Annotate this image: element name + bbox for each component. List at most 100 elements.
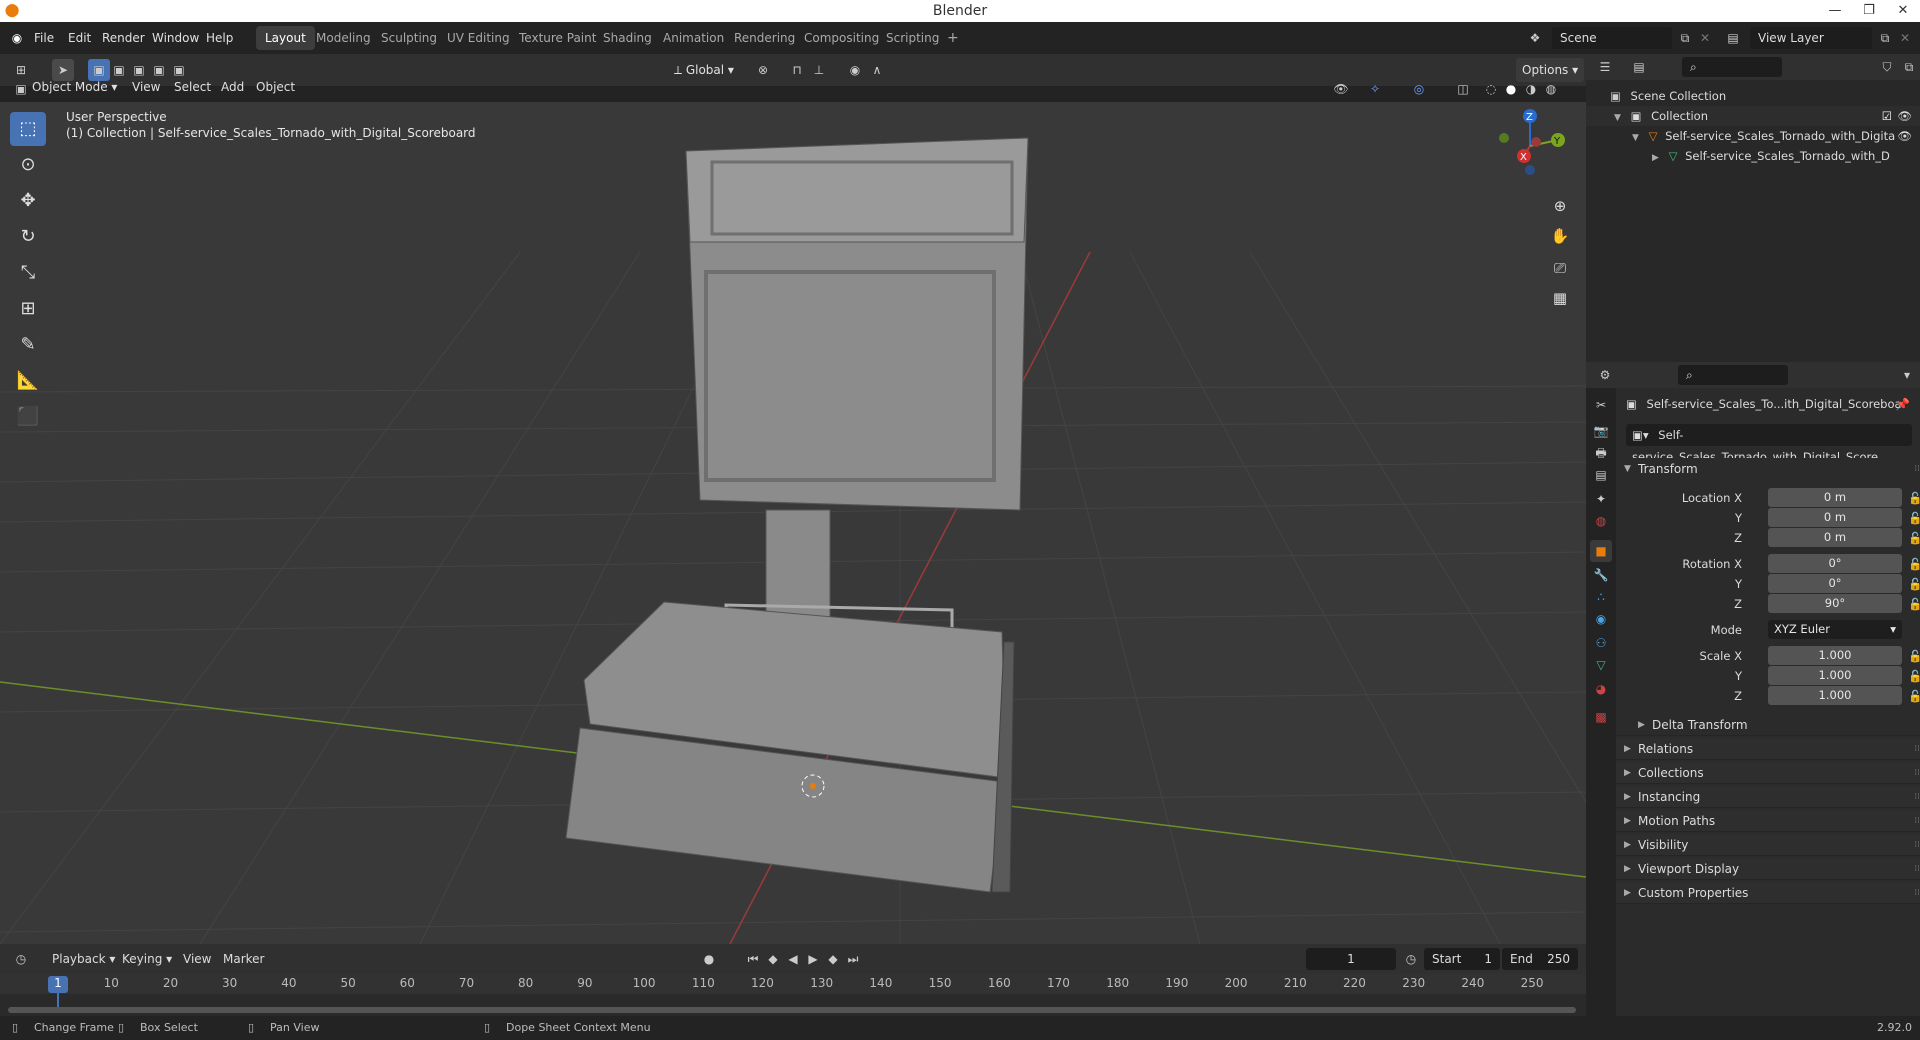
scene-name-field[interactable]: Scene [1552,27,1672,49]
physics-tab-icon[interactable]: ◉ [1590,608,1612,630]
menu-timeline-view[interactable]: View [183,952,211,966]
navigation-gizmo[interactable]: Z Y X [1490,106,1570,186]
cursor-tool-icon[interactable]: ⊙ [10,148,46,182]
particles-tab-icon[interactable]: ∴ [1590,586,1612,608]
view-layer-browse-icon[interactable]: ▤ [1722,27,1744,49]
material-shading-icon[interactable]: ◑ [1520,78,1542,100]
menu-keying[interactable]: Keying ▾ [122,952,172,966]
pin-icon[interactable]: 📌 [1896,394,1910,414]
rotation-x-field[interactable]: 0° [1768,554,1902,573]
3d-viewport[interactable]: User Perspective (1) Collection | Self-s… [0,102,1586,944]
tab-shading[interactable]: Shading [594,26,661,50]
panel-visibility[interactable]: ▶ Visibility ⁞⁞ [1616,834,1920,856]
menu-add[interactable]: Add [221,80,244,94]
play-icon[interactable]: ▶ [802,948,824,970]
tab-modeling[interactable]: Modeling [307,26,380,50]
panel-instancing[interactable]: ▶ Instancing ⁞⁞ [1616,786,1920,808]
collection-row[interactable]: ▼ ▣ Collection ☑ 👁 [1586,106,1920,126]
start-frame-field[interactable]: Start 1 [1424,948,1500,970]
solid-shading-icon[interactable]: ● [1500,78,1522,100]
overlay-icon[interactable]: ◎ [1408,78,1430,100]
scene-collection-row[interactable]: ▣ Scene Collection [1586,86,1920,106]
tab-rendering[interactable]: Rendering [725,26,804,50]
scale-x-field[interactable]: 1.000 [1768,646,1902,665]
tab-sculpting[interactable]: Sculpting [372,26,446,50]
view-layer-field[interactable]: View Layer [1750,27,1872,49]
minimize-button[interactable]: — [1818,0,1852,22]
transform-panel-header[interactable]: ▼ Transform ⁞⁞ [1616,458,1920,480]
wireframe-shading-icon[interactable]: ◌ [1480,78,1502,100]
menu-help[interactable]: Help [198,22,241,54]
modifier-tab-icon[interactable]: 🔧 [1590,564,1612,586]
new-view-layer-icon[interactable]: ⧉ [1874,27,1896,49]
scale-z-field[interactable]: 1.000 [1768,686,1902,705]
lock-icon[interactable]: 🔓 [1908,646,1920,666]
rotation-z-field[interactable]: 90° [1768,594,1902,613]
lock-icon[interactable]: 🔓 [1908,594,1920,614]
rotation-y-field[interactable]: 0° [1768,574,1902,593]
menu-marker[interactable]: Marker [223,952,264,966]
jump-end-icon[interactable]: ⏭ [842,948,864,970]
tab-animation[interactable]: Animation [654,26,733,50]
scene-browse-icon[interactable]: ❖ [1524,27,1546,49]
select-box-tool-icon[interactable]: ⬚ [10,112,46,146]
lock-icon[interactable]: 🔓 [1908,554,1920,574]
lock-icon[interactable]: 🔓 [1908,488,1920,508]
material-tab-icon[interactable]: ◕ [1590,678,1612,700]
annotate-tool-icon[interactable]: ✎ [10,328,46,362]
jump-keyframe-back-icon[interactable]: ◆ [762,948,784,970]
xray-icon[interactable]: ◫ [1452,78,1474,100]
collection-visibility-icon[interactable]: 👁 [1897,106,1912,126]
panel-viewport-display[interactable]: ▶ Viewport Display ⁞⁞ [1616,858,1920,880]
location-z-field[interactable]: 0 m [1768,528,1902,547]
tab-compositing[interactable]: Compositing [795,26,888,50]
panel-collections[interactable]: ▶ Collections ⁞⁞ [1616,762,1920,784]
tab-uv-editing[interactable]: UV Editing [438,26,519,50]
texture-tab-icon[interactable]: ▩ [1590,706,1612,728]
close-button[interactable]: ✕ [1886,0,1920,22]
lock-icon[interactable]: 🔓 [1908,528,1920,548]
location-x-field[interactable]: 0 m [1768,488,1902,507]
object-row[interactable]: ▼ ▽ Self-service_Scales_Tornado_with_Dig… [1586,126,1920,146]
panel-relations[interactable]: ▶ Relations ⁞⁞ [1616,738,1920,760]
output-tab-icon[interactable]: 🖶 [1590,442,1612,464]
jump-keyframe-forward-icon[interactable]: ◆ [822,948,844,970]
lock-icon[interactable]: 🔓 [1908,574,1920,594]
collection-checkbox-icon[interactable]: ☑ [1882,106,1892,126]
tab-layout[interactable]: Layout [256,26,315,50]
view-layer-tab-icon[interactable]: ▤ [1590,464,1612,486]
timeline-area[interactable]: 1 10 20 30 40 50 60 70 80 90 100 110 120 130 140 150 160… [0,974,1586,1016]
blender-menu-icon[interactable]: ◉ [6,27,28,49]
timeline-scrollbar[interactable] [8,1007,1576,1013]
render-tab-icon[interactable]: 📷 [1590,420,1612,442]
constraints-tab-icon[interactable]: ⚇ [1590,632,1612,654]
world-tab-icon[interactable]: ◍ [1590,510,1612,532]
menu-file[interactable]: File [26,22,62,54]
display-mode-icon[interactable]: ▤ [1628,56,1650,78]
scene-tab-icon[interactable]: ✦ [1590,488,1612,510]
object-mode-dropdown[interactable]: Object Mode ▾ [32,80,117,94]
properties-editor-icon[interactable]: ⚙ [1594,364,1616,386]
jump-start-icon[interactable]: ⏮ [742,948,764,970]
camera-icon[interactable]: ⎚ [1546,254,1574,282]
menu-playback[interactable]: Playback ▾ [52,952,115,966]
outliner-search[interactable]: ⌕ [1682,57,1782,77]
scale-y-field[interactable]: 1.000 [1768,666,1902,685]
properties-editor[interactable]: ⚙ ⌕ ▾ ✂ 📷 🖶 ▤ ✦ ◍ ■ 🔧 ∴ ◉ ⚇ ▽ ◕ ▩ ▣ Self… [1586,362,1920,1016]
transform-tool-icon[interactable]: ⊞ [10,292,46,326]
rendered-shading-icon[interactable]: ◍ [1540,78,1562,100]
pan-hand-icon[interactable]: ✋ [1546,222,1574,250]
visibility-icon[interactable]: 👁 [1330,78,1352,100]
add-cube-tool-icon[interactable]: ⬛ [10,400,46,434]
move-tool-icon[interactable]: ✥ [10,184,46,218]
rotation-mode-select[interactable]: XYZ Euler ▾ [1768,620,1902,639]
tab-texture-paint[interactable]: Texture Paint [510,26,605,50]
delta-transform-panel[interactable]: ▶ Delta Transform [1616,714,1920,736]
outliner[interactable]: ☰ ▤ ⌕ ⛉ ⧉ ▣ Scene Collection ▼ ▣ Collect… [1586,54,1920,362]
lock-icon[interactable]: 🔓 [1908,666,1920,686]
properties-options-icon[interactable]: ▾ [1896,364,1918,386]
mesh-row[interactable]: ▶ ▽ Self-service_Scales_Tornado_with_D [1586,146,1920,166]
data-tab-icon[interactable]: ▽ [1590,654,1612,676]
menu-object[interactable]: Object [256,80,295,94]
ortho-grid-icon[interactable]: ▦ [1546,284,1574,312]
